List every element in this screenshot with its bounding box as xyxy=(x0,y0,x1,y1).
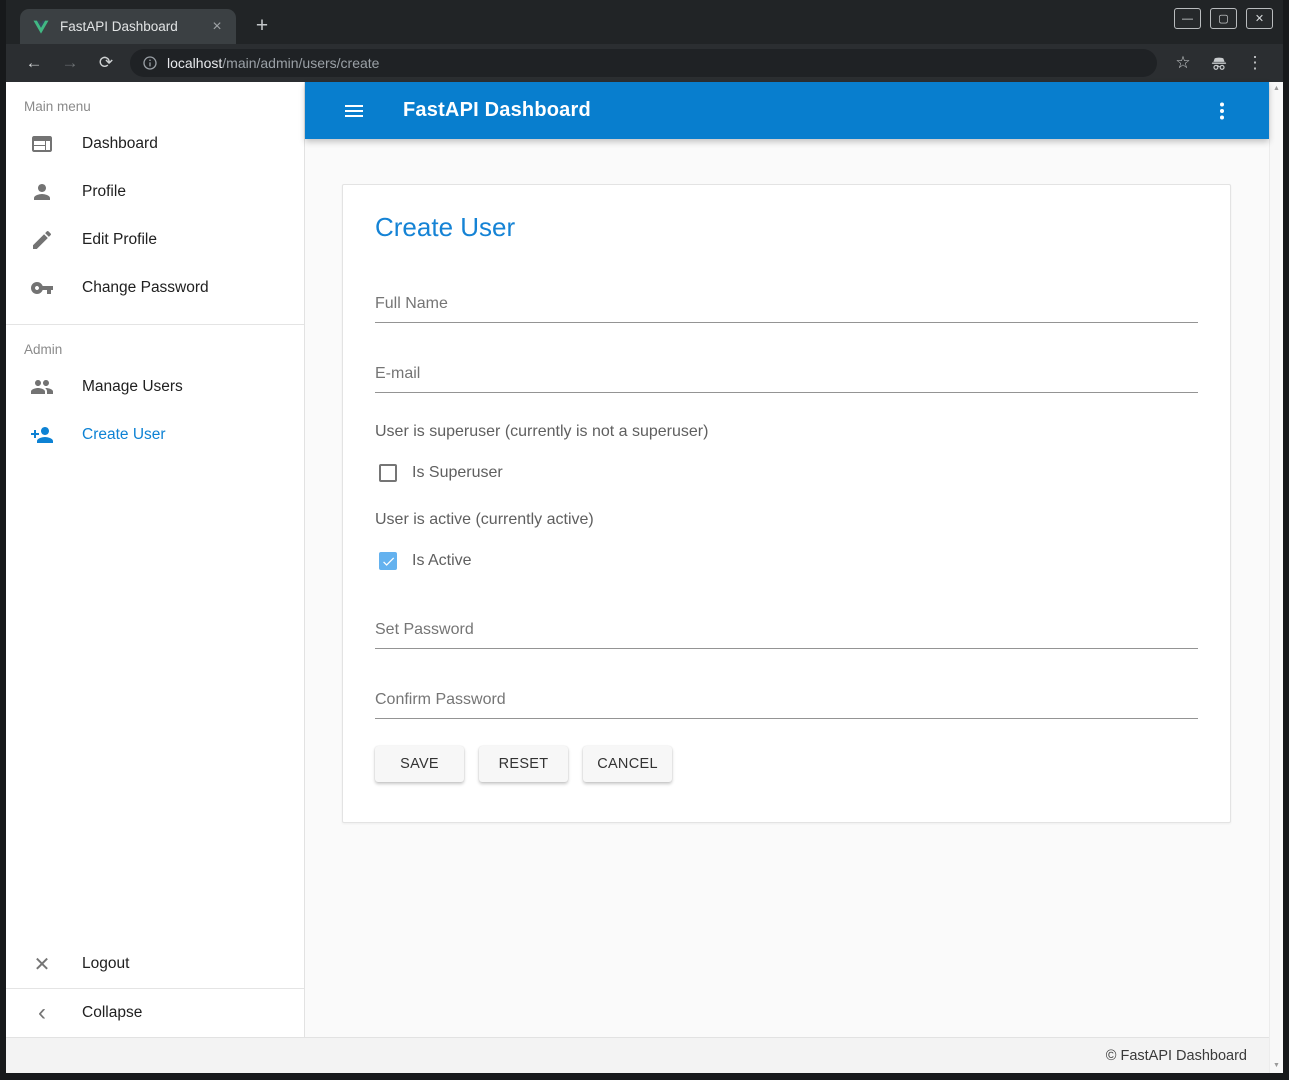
window-controls: — ▢ ✕ xyxy=(1174,8,1273,29)
url-bar[interactable]: localhost/main/admin/users/create xyxy=(130,49,1157,77)
sidebar-item-change-password[interactable]: Change Password xyxy=(6,264,304,312)
page-content: Main menu Dashboard Profile xyxy=(6,82,1283,1073)
page-body: Create User User is superuser (currently… xyxy=(305,139,1269,1037)
checkbox-label: Is Superuser xyxy=(412,464,503,482)
confirm-password-input[interactable] xyxy=(375,685,1198,719)
logout-x-icon: ✕ xyxy=(30,952,54,977)
sidebar-caption-admin: Admin xyxy=(6,325,304,363)
sidebar-item-label: Change Password xyxy=(82,279,209,297)
email-field xyxy=(375,359,1198,393)
browser-window: FastAPI Dashboard × + — ▢ ✕ ← → ⟳ localh… xyxy=(0,0,1289,1080)
cancel-button[interactable]: CANCEL xyxy=(583,746,672,782)
sidebar-item-edit-profile[interactable]: Edit Profile xyxy=(6,216,304,264)
sidebar-spacer xyxy=(6,459,304,940)
sidebar-item-label: Profile xyxy=(82,183,126,201)
site-info-icon[interactable] xyxy=(142,55,158,71)
full-name-input[interactable] xyxy=(375,289,1198,323)
scroll-down-icon[interactable]: ▼ xyxy=(1273,1062,1280,1070)
new-tab-button[interactable]: + xyxy=(248,12,276,40)
back-icon[interactable]: ← xyxy=(20,49,48,77)
sidebar-item-create-user[interactable]: Create User xyxy=(6,411,304,459)
page-footer: © FastAPI Dashboard xyxy=(6,1037,1269,1073)
full-name-field xyxy=(375,289,1198,323)
bookmark-star-icon[interactable]: ☆ xyxy=(1170,50,1196,76)
url-host: localhost xyxy=(167,55,222,71)
incognito-icon xyxy=(1206,50,1232,76)
main-area: FastAPI Dashboard Create User xyxy=(305,82,1269,1037)
pencil-icon xyxy=(30,228,54,252)
reset-button[interactable]: RESET xyxy=(479,746,568,782)
sidebar-item-manage-users[interactable]: Manage Users xyxy=(6,363,304,411)
sidebar-item-logout[interactable]: ✕ Logout xyxy=(6,940,304,988)
browser-toolbar: ← → ⟳ localhost/main/admin/users/create … xyxy=(6,44,1283,82)
save-button[interactable]: SAVE xyxy=(375,746,464,782)
sidebar-item-label: Dashboard xyxy=(82,135,158,153)
sidebar-item-dashboard[interactable]: Dashboard xyxy=(6,120,304,168)
confirm-password-field xyxy=(375,685,1198,719)
active-hint: User is active (currently active) xyxy=(375,511,1198,529)
set-password-input[interactable] xyxy=(375,615,1198,649)
sidebar-item-profile[interactable]: Profile xyxy=(6,168,304,216)
sidebar: Main menu Dashboard Profile xyxy=(6,82,305,1037)
appbar-kebab-icon[interactable] xyxy=(1210,99,1234,123)
minimize-button[interactable]: — xyxy=(1174,8,1201,29)
create-user-card: Create User User is superuser (currently… xyxy=(342,184,1231,823)
forward-icon[interactable]: → xyxy=(56,49,84,77)
sidebar-item-label: Create User xyxy=(82,426,166,444)
active-checkbox-row: Is Active xyxy=(375,552,1198,570)
sidebar-item-label: Collapse xyxy=(82,1004,142,1022)
copyright-text: © FastAPI Dashboard xyxy=(1106,1048,1247,1064)
page-scrollbar[interactable]: ▲ ▼ xyxy=(1269,82,1283,1073)
sidebar-item-label: Manage Users xyxy=(82,378,183,396)
browser-tab[interactable]: FastAPI Dashboard × xyxy=(20,9,236,44)
dashboard-web-icon xyxy=(30,132,54,156)
tab-title: FastAPI Dashboard xyxy=(60,19,208,34)
app-header: FastAPI Dashboard xyxy=(305,82,1269,139)
key-icon xyxy=(30,276,54,300)
superuser-checkbox[interactable] xyxy=(379,464,397,482)
sidebar-caption-main-menu: Main menu xyxy=(6,82,304,120)
checkbox-label: Is Active xyxy=(412,552,472,570)
form-actions: SAVE RESET CANCEL xyxy=(375,746,1198,782)
superuser-checkbox-row: Is Superuser xyxy=(375,464,1198,482)
vue-logo-icon xyxy=(32,18,50,36)
set-password-field xyxy=(375,615,1198,649)
browser-titlebar: FastAPI Dashboard × + — ▢ ✕ xyxy=(6,0,1283,44)
person-icon xyxy=(30,180,54,204)
page-title: Create User xyxy=(375,212,1198,243)
scroll-up-icon[interactable]: ▲ xyxy=(1273,85,1280,93)
url-path: /main/admin/users/create xyxy=(222,55,379,71)
person-add-icon xyxy=(30,423,54,447)
tab-close-icon[interactable]: × xyxy=(208,18,226,36)
sidebar-item-label: Edit Profile xyxy=(82,231,157,249)
chevron-left-icon: ‹ xyxy=(30,999,54,1027)
sidebar-item-label: Logout xyxy=(82,955,129,973)
reload-icon[interactable]: ⟳ xyxy=(92,49,120,77)
maximize-button[interactable]: ▢ xyxy=(1210,8,1237,29)
people-icon xyxy=(30,375,54,399)
browser-menu-icon[interactable]: ⋮ xyxy=(1242,50,1268,76)
app-title: FastAPI Dashboard xyxy=(403,99,591,122)
close-button[interactable]: ✕ xyxy=(1246,8,1273,29)
email-input[interactable] xyxy=(375,359,1198,393)
sidebar-item-collapse[interactable]: ‹ Collapse xyxy=(6,989,304,1037)
superuser-hint: User is superuser (currently is not a su… xyxy=(375,423,1198,441)
checkmark-icon xyxy=(381,554,396,569)
active-checkbox[interactable] xyxy=(379,552,397,570)
hamburger-menu-icon[interactable] xyxy=(342,99,366,123)
